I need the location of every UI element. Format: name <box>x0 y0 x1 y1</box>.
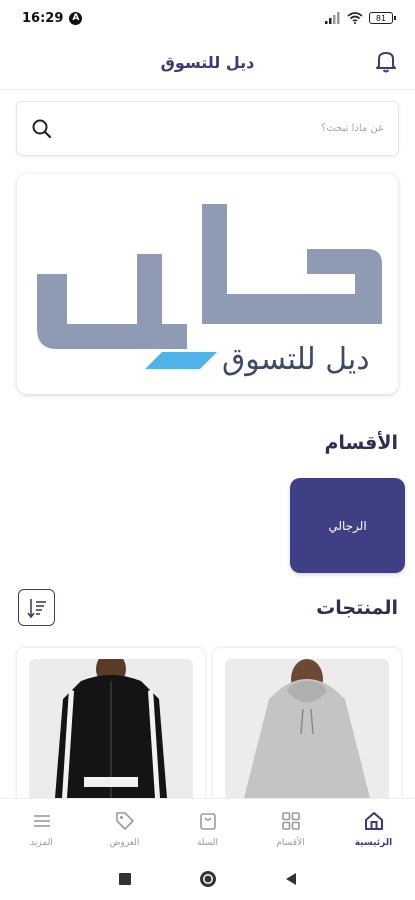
sort-button[interactable] <box>18 589 55 626</box>
cart-icon <box>199 812 216 830</box>
nav-offers-label: العروض <box>109 837 140 848</box>
nav-cart-label: السلة <box>196 837 219 848</box>
banner-logo-text: ديل للتسوق <box>222 342 370 377</box>
bottom-nav: الرئيسية الأقسام السلة العروض المزيد <box>0 798 415 858</box>
battery-icon: 81 <box>369 12 396 24</box>
product-image[interactable] <box>29 659 193 798</box>
system-nav-bar <box>0 858 415 900</box>
jacket-image <box>29 659 193 798</box>
status-notification-icon: A <box>69 11 83 25</box>
home-button-icon[interactable] <box>198 869 218 889</box>
search-input[interactable] <box>53 123 384 134</box>
bell-icon[interactable] <box>373 48 399 74</box>
nav-categories[interactable]: الأقسام <box>249 799 332 858</box>
status-bar: 16:29 A 81 <box>0 0 415 36</box>
brand-logo: ديل للتسوق <box>37 204 382 377</box>
nav-offers[interactable]: العروض <box>83 799 166 858</box>
category-label: الرجالي <box>328 518 367 533</box>
nav-more[interactable]: المزيد <box>0 799 83 858</box>
nav-home[interactable]: الرئيسية <box>332 799 415 858</box>
tag-icon <box>115 811 134 830</box>
search-icon[interactable] <box>31 118 53 140</box>
app-header: ديل للتسوق <box>0 36 415 90</box>
sort-icon <box>26 598 46 618</box>
hoodie-image <box>225 659 389 798</box>
product-image[interactable] <box>225 659 389 798</box>
app-title: ديل للتسوق <box>160 53 255 72</box>
nav-categories-label: الأقسام <box>276 837 305 848</box>
category-card-men[interactable]: الرجالي <box>290 478 405 573</box>
back-icon[interactable] <box>284 872 298 886</box>
status-time: 16:29 <box>22 10 64 26</box>
grid-icon <box>281 811 300 830</box>
nav-more-label: المزيد <box>30 837 53 848</box>
product-card-hoodie[interactable] <box>213 648 401 798</box>
promo-banner[interactable]: ديل للتسوق <box>17 174 398 394</box>
nav-cart[interactable]: السلة <box>166 799 249 858</box>
recents-icon[interactable] <box>118 872 132 886</box>
home-icon <box>364 811 383 830</box>
menu-icon <box>33 814 50 827</box>
search-bar[interactable] <box>16 101 399 156</box>
products-title: المنتجات <box>316 597 398 619</box>
product-card-jacket[interactable] <box>17 648 205 798</box>
signal-icon <box>325 12 340 24</box>
categories-title: الأقسام <box>324 432 399 454</box>
nav-home-label: الرئيسية <box>354 837 393 848</box>
wifi-icon <box>347 12 363 24</box>
status-icons: 81 <box>325 12 396 24</box>
